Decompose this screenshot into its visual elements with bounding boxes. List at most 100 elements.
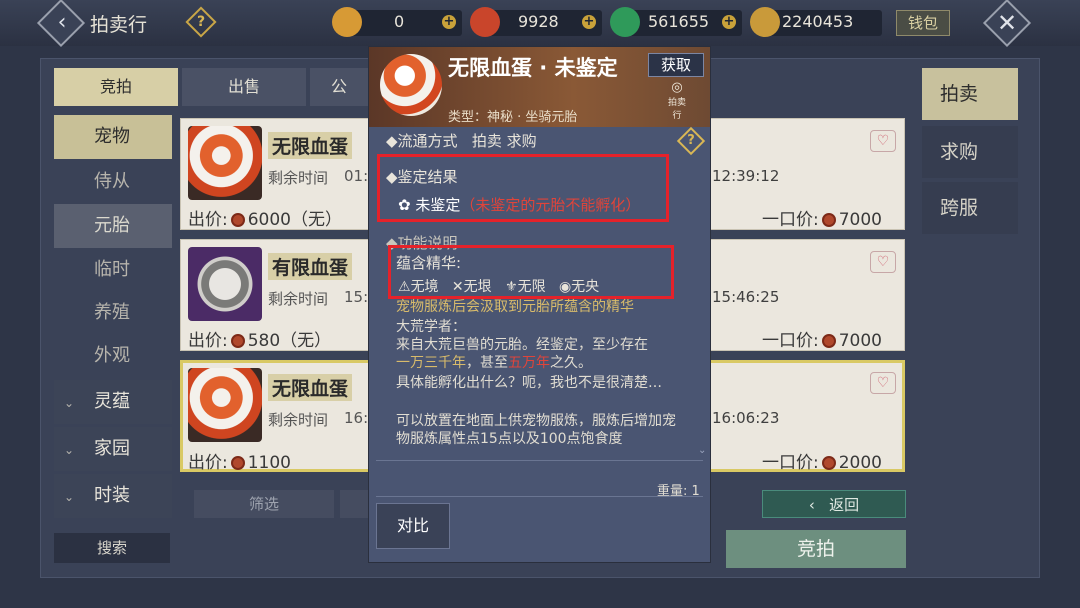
- coin-icon: [230, 213, 245, 227]
- identify-title: 鉴定结果: [397, 168, 458, 186]
- tab-public[interactable]: 公: [310, 68, 368, 106]
- tab-bid[interactable]: 竞拍: [54, 68, 178, 106]
- help-icon[interactable]: ?: [190, 11, 212, 33]
- help-icon[interactable]: ?: [681, 131, 701, 151]
- wallet-button[interactable]: 钱包: [896, 10, 950, 36]
- identify-note: （未鉴定的元胎不能孵化）: [460, 196, 641, 214]
- auction-house-icon[interactable]: ◎ 拍卖行: [664, 80, 690, 121]
- favorite-heart-icon[interactable]: ♡: [870, 372, 896, 394]
- price: 出价: 6000（无）: [188, 205, 342, 230]
- chevron-down-icon: ⌄: [64, 490, 75, 504]
- currency-b-value: 9928: [518, 12, 559, 31]
- currency-d-value: 2240453: [782, 12, 854, 31]
- tab-auction[interactable]: 拍卖: [922, 68, 1018, 120]
- time-label: 剩余时间: [268, 169, 329, 187]
- cross-icon: ✕: [451, 279, 464, 295]
- coin-icon: [230, 456, 245, 470]
- price: 出价: 580（无）: [188, 326, 331, 351]
- item-name: 无限血蛋: [268, 374, 353, 401]
- right-time: 12:39:12: [712, 167, 780, 185]
- currency-b-icon: [470, 7, 500, 37]
- popup-title: 无限血蛋 · 未鉴定: [448, 56, 618, 80]
- bid-button[interactable]: 竞拍: [726, 530, 906, 568]
- swirl-icon: ◉: [558, 279, 572, 295]
- time-label: 剩余时间: [268, 290, 329, 308]
- currency-a-add-button[interactable]: +: [442, 15, 456, 29]
- currency-a-value: 0: [394, 12, 405, 31]
- chevron-down-icon: ⌄: [64, 396, 75, 410]
- coin-icon: [230, 334, 245, 348]
- egg-icon: [380, 54, 442, 116]
- compare-button[interactable]: 对比: [376, 503, 450, 549]
- identify-title-row: ◆鉴定结果: [386, 166, 458, 187]
- favorite-heart-icon[interactable]: ♡: [870, 130, 896, 152]
- tab-cross-server[interactable]: 跨服: [922, 182, 1018, 234]
- tab-wanted[interactable]: 求购: [922, 126, 1018, 178]
- coin-icon: [821, 456, 836, 470]
- nav-embryo[interactable]: 元胎: [54, 204, 172, 248]
- return-label: 返回: [829, 496, 860, 514]
- buyout-label: 一口价:: [762, 453, 819, 473]
- buyout-label: 一口价:: [762, 331, 819, 351]
- currency-c-value: 561655: [648, 12, 710, 31]
- circulation-label: 流通方式: [397, 132, 458, 150]
- filter-extra[interactable]: [340, 490, 370, 518]
- right-time: 15:46:25: [712, 288, 780, 306]
- identify-result: ✿ 未鉴定（未鉴定的元胎不能孵化）: [398, 194, 640, 215]
- get-button[interactable]: 获取: [648, 53, 704, 77]
- item-type: 类型：神秘 · 坐骑元胎: [448, 110, 578, 125]
- currency-c-add-button[interactable]: +: [722, 15, 736, 29]
- spirit-icon: ⚜: [505, 279, 518, 295]
- auction-house-label: 拍卖行: [667, 98, 686, 121]
- nav-pet[interactable]: 宠物: [54, 115, 172, 159]
- essence-list: ⚠无境 ✕无垠 ⚜无限 ◉无央: [398, 276, 599, 296]
- scroll-down-icon[interactable]: ⌄: [698, 445, 706, 456]
- nav-attendant[interactable]: 侍从: [54, 160, 172, 204]
- nav-appearance[interactable]: 外观: [54, 334, 172, 378]
- search-button[interactable]: 搜索: [54, 533, 170, 563]
- price-value: 6000（无）: [247, 210, 342, 230]
- back-arrow-icon[interactable]: ‹: [52, 6, 72, 40]
- price: 出价: 1100: [188, 448, 291, 473]
- return-button[interactable]: ‹ 返回: [762, 490, 906, 518]
- buyout-price: 一口价: 2000: [762, 448, 882, 473]
- chevron-down-icon: ⌄: [64, 443, 75, 457]
- desc-text: ，甚至: [466, 355, 508, 371]
- essence-item: 无限: [517, 279, 546, 295]
- circulation-row: ◆流通方式 拍卖 求购: [386, 130, 537, 151]
- currency-b-add-button[interactable]: +: [582, 15, 596, 29]
- currency-c-icon: [610, 7, 640, 37]
- circulation-value: 拍卖 求购: [471, 132, 537, 150]
- desc-highlight-gold: 一万三千年: [396, 355, 466, 371]
- essence-item: 无央: [571, 279, 600, 295]
- time-label: 剩余时间: [268, 411, 329, 429]
- diamond-icon: ◆: [386, 132, 398, 150]
- item-name: 无限血蛋: [268, 132, 353, 159]
- item-thumbnail: [188, 126, 262, 200]
- nav-breeding[interactable]: 养殖: [54, 291, 172, 335]
- buyout-price: 一口价: 7000: [762, 205, 882, 230]
- time-left: 16:: [344, 409, 369, 427]
- desc-text: 来自大荒巨兽的元胎。经鉴定，至少存在: [396, 337, 648, 353]
- desc-text: 之久。: [550, 355, 592, 371]
- desc-paragraph1: 来自大荒巨兽的元胎。经鉴定，至少存在 一万三千年，甚至五万年之久。: [396, 336, 686, 372]
- price-label: 出价:: [188, 331, 228, 351]
- desc-scholar: 大荒学者：: [396, 319, 466, 335]
- tab-sell[interactable]: 出售: [182, 68, 306, 106]
- buyout-label: 一口价:: [762, 210, 819, 230]
- favorite-heart-icon[interactable]: ♡: [870, 251, 896, 273]
- coin-icon: [821, 213, 836, 227]
- item-name: 有限血蛋: [268, 253, 353, 280]
- buyout-value: 7000: [838, 331, 882, 351]
- essence-item: 无垠: [463, 279, 492, 295]
- price-label: 出价:: [188, 210, 228, 230]
- price-value: 580（无）: [247, 331, 332, 351]
- nav-temporary[interactable]: 临时: [54, 248, 172, 292]
- divider: [376, 460, 703, 461]
- desc-highlight-red: 五万年: [508, 355, 550, 371]
- desc-paragraph3: 可以放置在地面上供宠物服炼，服炼后增加宠物服炼属性点15点以及100点饱食度: [396, 413, 676, 447]
- divider: [376, 496, 703, 497]
- filter-button[interactable]: 筛选: [194, 490, 334, 518]
- close-icon[interactable]: ✕: [990, 6, 1024, 40]
- lotus-icon: ✿: [398, 196, 411, 214]
